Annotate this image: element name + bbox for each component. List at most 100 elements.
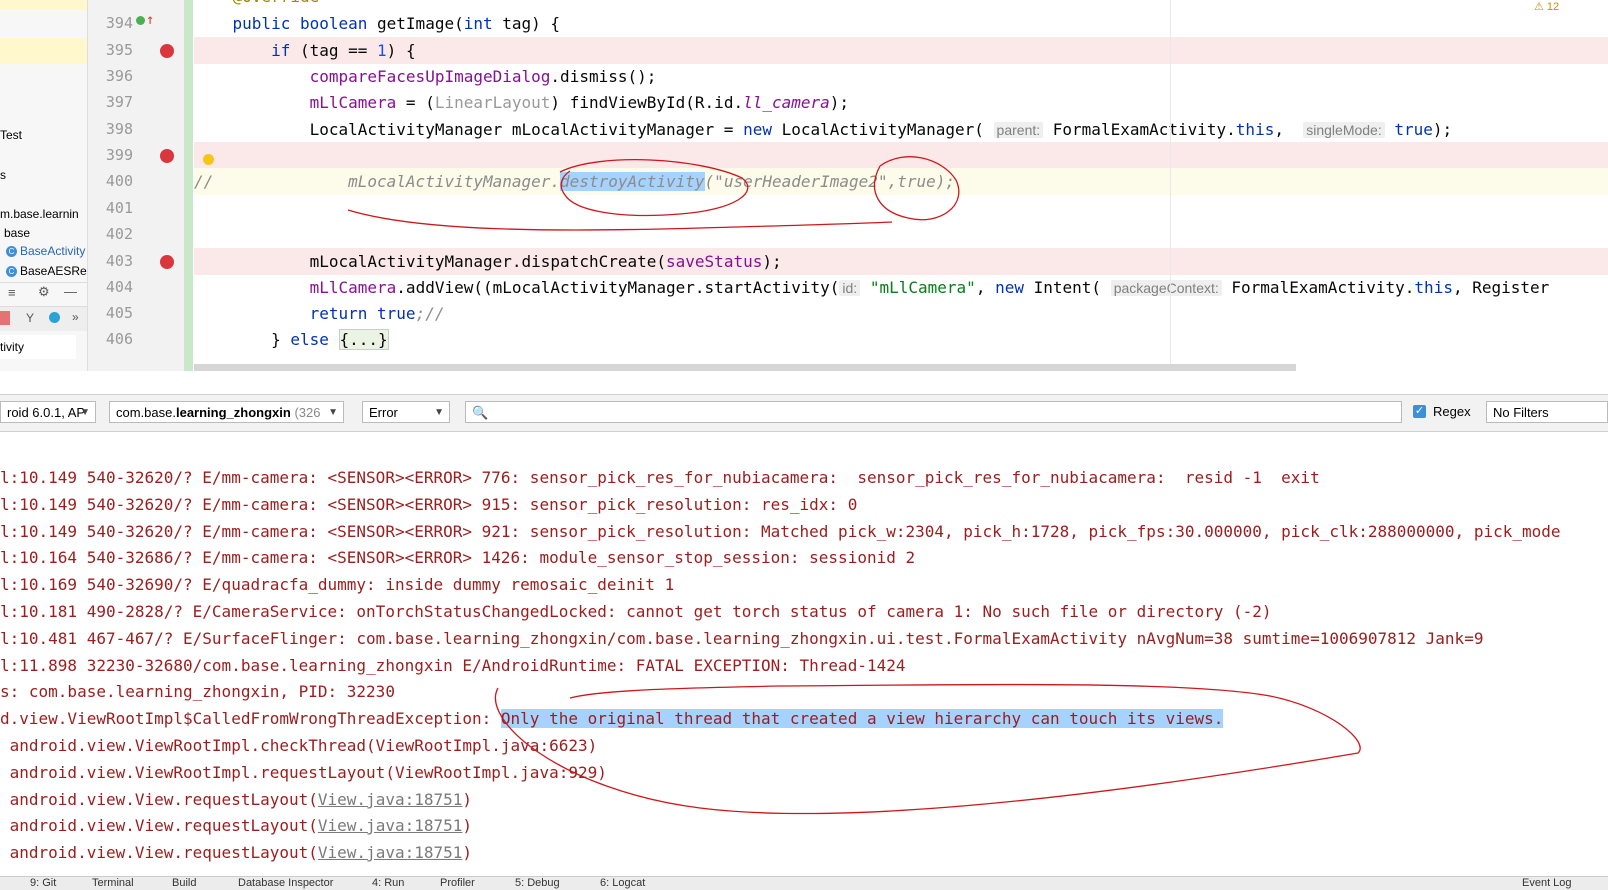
- stack-frame: android.view.View.requestLayout(View.jav…: [0, 786, 472, 813]
- tool-window-tab[interactable]: Build: [172, 877, 196, 889]
- log-line: l:10.164 540-32686/? E/mm-camera: <SENSO…: [0, 548, 916, 567]
- code-line-405: return true;//: [309, 304, 445, 323]
- tool-window-tab[interactable]: 6: Logcat: [600, 877, 645, 889]
- device-label: roid 6.0.1, AP: [7, 405, 86, 420]
- stack-frame-text: android.view.ViewRootImpl.requestLayout(…: [0, 763, 607, 782]
- logcat-toolbar: roid 6.0.1, AP ▼ com.base.learning_zhongx…: [0, 394, 1608, 432]
- source-link[interactable]: View.java:18751: [318, 843, 463, 862]
- project-panel: Test s m.base.learnin base C BaseActivity…: [0, 0, 88, 371]
- level-dropdown[interactable]: Error ▼: [362, 401, 450, 423]
- stack-frame: android.view.ViewRootImpl.requestLayout(…: [0, 759, 607, 786]
- log-line: l:11.898 32230-32680/com.base.learning_z…: [0, 656, 906, 675]
- line-number: 404: [105, 278, 133, 296]
- process-prefix: com.base.: [116, 405, 176, 420]
- gear-icon[interactable]: ⚙: [38, 284, 50, 300]
- warning-indicator[interactable]: ⚠ 12: [1534, 0, 1559, 13]
- circle-icon[interactable]: [49, 312, 60, 323]
- device-dropdown[interactable]: roid 6.0.1, AP ▼: [0, 401, 96, 423]
- vcs-change-bar: [184, 0, 193, 371]
- process-dropdown[interactable]: com.base.learning_zhongxin (326 ▼: [109, 401, 344, 423]
- line-number: 405: [105, 304, 133, 322]
- code-line-400: // mLocalActivityManager.destroyActivity…: [194, 168, 1608, 195]
- stack-frame: android.view.View.requestLayout(View.jav…: [0, 812, 472, 839]
- chevron-down-icon: ▼: [434, 407, 444, 418]
- line-number: 402: [105, 225, 133, 243]
- chevron-down-icon: ▼: [80, 407, 90, 418]
- override-icon[interactable]: [136, 16, 145, 25]
- minimize-icon[interactable]: —: [64, 284, 77, 299]
- source-link[interactable]: View.java:18751: [318, 790, 463, 809]
- line-number: 395: [105, 41, 133, 59]
- code-line-397: mLlCamera = (LinearLayout) findViewById(…: [309, 93, 850, 112]
- tab-activity[interactable]: tivity: [0, 335, 76, 359]
- filter-dropdown[interactable]: No Filters: [1486, 401, 1608, 423]
- param-hint: packageContext:: [1110, 280, 1222, 296]
- event-log-tab[interactable]: Event Log: [1522, 877, 1572, 889]
- source-link[interactable]: View.java:18751: [318, 816, 463, 835]
- code-line-396: compareFacesUpImageDialog.dismiss();: [309, 67, 657, 86]
- filter-icon[interactable]: Y: [26, 311, 34, 325]
- search-input[interactable]: 🔍: [465, 401, 1402, 423]
- horizontal-scrollbar[interactable]: [194, 364, 1296, 371]
- project-tree-item[interactable]: s: [0, 168, 6, 182]
- selected-row-highlight: [0, 0, 87, 10]
- code-line-398: LocalActivityManager mLocalActivityManag…: [309, 120, 1453, 139]
- breakpoint-icon[interactable]: [160, 149, 174, 163]
- stack-frame-text: android.view.View.requestLayout(: [0, 790, 318, 809]
- line-number: 398: [105, 120, 133, 138]
- tree-item-label: Test: [0, 128, 23, 142]
- logcat-output[interactable]: l:10.149 540-32620/? E/mm-camera: <SENSO…: [0, 464, 1608, 874]
- lightbulb-icon[interactable]: [203, 154, 214, 165]
- filter-label: No Filters: [1493, 405, 1549, 420]
- project-tree-item[interactable]: Test: [0, 128, 22, 142]
- code-line-403: mLocalActivityManager.dispatchCreate(sav…: [194, 248, 1608, 275]
- param-hint: singleMode:: [1303, 122, 1385, 138]
- breakpoint-icon[interactable]: [160, 44, 174, 58]
- log-line: l:10.169 540-32690/? E/quadracfa_dummy: …: [0, 575, 675, 594]
- tree-item-label: BaseActivity: [20, 244, 86, 258]
- tool-window-tab[interactable]: 4: Run: [372, 877, 404, 889]
- tool-window-tab[interactable]: Database Inspector: [238, 877, 333, 889]
- project-tree-item[interactable]: C BaseAESRe: [6, 264, 87, 278]
- warning-count: 12: [1546, 1, 1560, 13]
- line-number: 396: [105, 67, 133, 85]
- code-line: @Override: [194, 0, 1608, 10]
- more-icon[interactable]: »: [72, 310, 79, 324]
- stack-frame-tail: ): [462, 816, 473, 835]
- exception-line: d.view.ViewRootImpl$CalledFromWrongThrea…: [0, 705, 1224, 732]
- level-label: Error: [369, 405, 398, 420]
- collapse-icon[interactable]: ≡: [8, 285, 16, 300]
- chevron-down-icon: ▼: [328, 407, 338, 418]
- project-tree-item[interactable]: C BaseActivity: [6, 244, 85, 258]
- log-line: l:10.181 490-2828/? E/CameraService: onT…: [0, 602, 1272, 621]
- tool-window-tab[interactable]: Terminal: [92, 877, 134, 889]
- code-line-404: mLlCamera.addView((mLocalActivityManager…: [309, 278, 1550, 297]
- class-icon: C: [6, 266, 17, 278]
- selected-row-highlight: [0, 38, 87, 64]
- regex-label: Regex: [1433, 404, 1471, 419]
- log-line: l:10.149 540-32620/? E/mm-camera: <SENSO…: [0, 495, 858, 514]
- tree-item-label: s: [0, 168, 6, 182]
- tool-window-bar: 9: Git Terminal Build Database Inspector 4: …: [0, 876, 1608, 890]
- project-tree-item[interactable]: m.base.learnin: [0, 207, 79, 221]
- tool-window-tab[interactable]: Profiler: [440, 877, 475, 889]
- line-number: 401: [105, 199, 133, 217]
- tree-item-label: base: [4, 226, 31, 240]
- up-arrow-icon[interactable]: ↑: [146, 12, 154, 28]
- code-line-394: public boolean getImage(int tag) {: [232, 14, 561, 33]
- code-editor[interactable]: @Override public boolean getImage(int ta…: [194, 0, 1608, 371]
- breakpoint-icon[interactable]: [160, 255, 174, 269]
- stack-frame-text: android.view.ViewRootImpl.checkThread(Vi…: [0, 736, 598, 755]
- lock-icon[interactable]: [0, 311, 10, 325]
- line-number: 400: [105, 172, 133, 190]
- project-tree-item[interactable]: base: [4, 226, 30, 240]
- regex-checkbox[interactable]: ✓: [1413, 405, 1426, 418]
- log-line: l:10.149 540-32620/? E/mm-camera: <SENSO…: [0, 522, 1561, 541]
- folded-block[interactable]: {...}: [338, 329, 389, 350]
- param-hint: parent:: [993, 122, 1044, 138]
- tool-window-tab[interactable]: 5: Debug: [515, 877, 560, 889]
- stack-frame: android.view.View.requestLayout(View.jav…: [0, 839, 472, 866]
- tool-window-tab[interactable]: 9: Git: [30, 877, 56, 889]
- code-line-406: } else {...}: [271, 329, 389, 350]
- exception-type: d.view.ViewRootImpl$CalledFromWrongThrea…: [0, 709, 501, 728]
